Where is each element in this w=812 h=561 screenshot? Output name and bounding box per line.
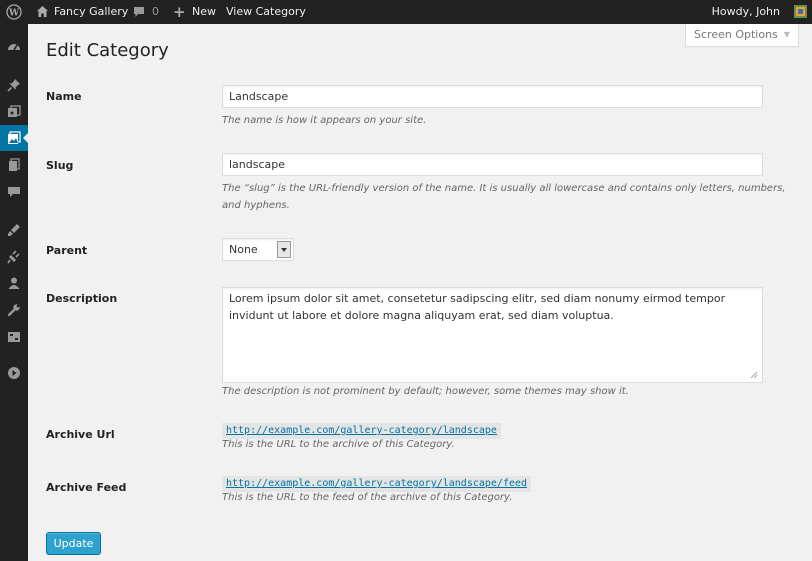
- screen-options-label: Screen Options: [694, 28, 778, 41]
- tools-menu-item[interactable]: [0, 297, 28, 323]
- description-help-text: The description is not prominent by defa…: [222, 386, 629, 397]
- archive-url-link[interactable]: http://example.com/gallery-category/land…: [226, 425, 497, 436]
- appearance-menu-item[interactable]: [0, 217, 28, 243]
- appearance-icon: [8, 224, 20, 236]
- collapse-icon: [8, 367, 20, 379]
- name-help-text: The name is how it appears on your site.: [222, 115, 427, 126]
- update-button[interactable]: Update: [46, 532, 101, 555]
- slug-help-text: The “slug” is the URL-friendly version o…: [222, 183, 786, 211]
- users-menu-item[interactable]: [0, 270, 28, 296]
- screen-options-button[interactable]: Screen Options ▼: [685, 24, 799, 47]
- gallery-icon: [8, 131, 21, 144]
- settings-menu-item[interactable]: [0, 324, 28, 350]
- settings-icon: [8, 332, 20, 342]
- pin-icon: [7, 79, 20, 92]
- parent-selected-value: None: [229, 243, 258, 256]
- plugins-icon: [7, 250, 20, 264]
- comments-icon: [8, 187, 20, 197]
- plugins-menu-item[interactable]: [0, 244, 28, 270]
- parent-select[interactable]: None: [222, 238, 294, 261]
- svg-text:W: W: [8, 9, 20, 19]
- description-textarea[interactable]: Lorem ipsum dolor sit amet, consetetur s…: [222, 287, 763, 383]
- comments-menu-item[interactable]: [0, 179, 28, 205]
- wordpress-logo-icon[interactable]: W: [6, 4, 22, 20]
- page-title: Edit Category: [46, 40, 169, 61]
- posts-menu-item[interactable]: [0, 72, 28, 98]
- users-icon: [8, 277, 20, 289]
- howdy-user-link[interactable]: Howdy, John: [712, 0, 780, 24]
- media-menu-item[interactable]: [0, 99, 28, 125]
- gallery-menu-item[interactable]: [0, 125, 28, 151]
- admin-side-menu: [0, 24, 28, 561]
- archive-feed-label: Archive Feed: [46, 481, 127, 494]
- pages-menu-item[interactable]: [0, 152, 28, 178]
- admin-bar: W Fancy Gallery 0 + New View Category Ho…: [0, 0, 812, 24]
- view-category-link[interactable]: View Category: [226, 0, 306, 24]
- archive-url-help-text: This is the URL to the archive of this C…: [222, 439, 455, 450]
- parent-label: Parent: [46, 244, 88, 257]
- triangle-down-icon: ▼: [783, 30, 790, 39]
- tools-icon: [7, 304, 20, 317]
- resize-grip-icon[interactable]: [749, 370, 758, 379]
- comment-bubble-icon: [133, 6, 145, 18]
- archive-url-label: Archive Url: [46, 428, 115, 441]
- dashboard-menu-item[interactable]: [0, 34, 28, 60]
- collapse-menu-item[interactable]: [0, 360, 28, 386]
- slug-label: Slug: [46, 159, 74, 172]
- slug-input[interactable]: landscape: [222, 153, 763, 176]
- description-text: Lorem ipsum dolor sit amet, consetetur s…: [229, 292, 726, 322]
- new-label: New: [192, 5, 216, 18]
- media-icon: [8, 105, 21, 117]
- description-label: Description: [46, 292, 118, 305]
- comment-count: 0: [152, 5, 159, 18]
- home-icon: [36, 5, 49, 18]
- name-input[interactable]: Landscape: [222, 85, 763, 108]
- name-label: Name: [46, 90, 82, 103]
- archive-feed-link[interactable]: http://example.com/gallery-category/land…: [226, 478, 527, 489]
- pages-icon: [9, 158, 20, 171]
- user-avatar[interactable]: [794, 5, 807, 19]
- archive-feed-help-text: This is the URL to the feed of the archi…: [222, 492, 513, 503]
- dashboard-icon: [8, 44, 20, 51]
- site-name-label: Fancy Gallery: [54, 5, 129, 18]
- plus-icon: +: [173, 3, 186, 21]
- chevron-down-icon: [277, 241, 291, 258]
